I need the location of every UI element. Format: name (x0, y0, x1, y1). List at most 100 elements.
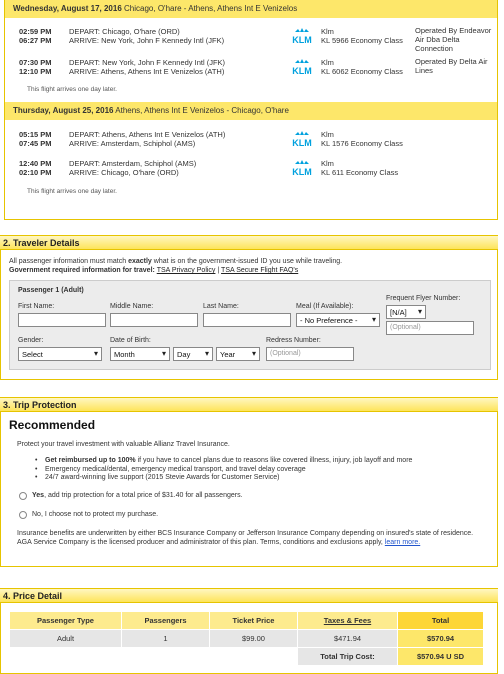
insurance-disclaimer: Insurance benefits are underwritten by e… (17, 530, 474, 546)
total-value: $570.94 U SD (397, 647, 484, 666)
depart-time: 02:59 PM (19, 27, 52, 36)
benefit-item: 24/7 award-winning live support (2015 St… (35, 474, 412, 483)
price-section: Passenger Type Passengers Ticket Price T… (0, 603, 498, 674)
benefit-item: Get reimbursed up to 100% if you have to… (35, 457, 412, 466)
arrival-note: This flight arrives one day later. (27, 188, 117, 195)
price-table: Passenger Type Passengers Ticket Price T… (9, 611, 484, 666)
booking-page: Wednesday, August 17, 2016 Chicago, O'ha… (0, 0, 504, 674)
dob-day-select[interactable]: Day (173, 347, 213, 361)
flight-summary: Wednesday, August 17, 2016 Chicago, O'ha… (4, 0, 498, 220)
col-total: Total (397, 611, 484, 630)
protection-yes-radio[interactable] (19, 492, 27, 500)
airline-name: Klm (321, 27, 334, 36)
protection-heading: Recommended (9, 418, 96, 432)
redress-input[interactable]: (Optional) (266, 347, 354, 361)
flight-segment: 02:59 PM DEPART: Chicago, O'hare (ORD) 0… (5, 24, 497, 53)
operated-by: Operated By Endeavor Air Dba Delta Conne… (415, 26, 492, 53)
svg-text:KLM: KLM (292, 138, 312, 148)
first-name-input[interactable] (18, 313, 106, 327)
outbound-heading: Wednesday, August 17, 2016 Chicago, O'ha… (5, 0, 497, 18)
depart-text: DEPART: New York, John F Kennedy Intl (J… (69, 58, 226, 67)
depart-time: 12:40 PM (19, 159, 52, 168)
klm-logo-icon: KLM (292, 59, 312, 76)
protection-intro: Protect your travel investment with valu… (17, 441, 230, 448)
arrive-time: 07:45 PM (19, 139, 52, 148)
depart-time: 07:30 PM (19, 58, 52, 67)
total-row: Total Trip Cost: $570.94 U SD (9, 647, 484, 666)
klm-logo-icon: KLM (292, 28, 312, 45)
klm-logo-icon: KLM (292, 131, 312, 148)
meal-select[interactable]: - No Preference - (296, 313, 380, 327)
traveler-section-title: 2. Traveler Details (0, 235, 498, 250)
protection-yes-label[interactable]: Yes, add trip protection for a total pri… (32, 492, 243, 499)
dob-year-select[interactable]: Year (216, 347, 260, 361)
total-label: Total Trip Cost: (297, 647, 398, 666)
col-passengers: Passengers (121, 611, 210, 630)
traveler-intro: All passenger information must match exa… (9, 258, 343, 265)
arrive-text: ARRIVE: New York, John F Kennedy Intl (J… (69, 36, 225, 45)
tsa-privacy-link[interactable]: TSA Privacy Policy (157, 267, 216, 274)
return-route: Athens, Athens Int E Venizelos - Chicago… (115, 106, 289, 115)
return-date: Thursday, August 25, 2016 (13, 106, 114, 115)
learn-more-link[interactable]: learn more. (385, 539, 420, 546)
flight-class: KL 5966 Economy Class (321, 36, 403, 45)
col-taxes-fees[interactable]: Taxes & Fees (297, 611, 398, 630)
flight-segment: 05:15 PM DEPART: Athens, Athens Int E Ve… (5, 127, 497, 151)
ffn-label: Frequent Flyer Number: (386, 295, 461, 302)
arrive-text: ARRIVE: Athens, Athens Int E Venizelos (… (69, 67, 225, 76)
protection-no-label[interactable]: No, I choose not to protect my purchase. (32, 511, 158, 518)
ffn-airline-select[interactable]: [N/A] (386, 305, 426, 319)
arrive-text: ARRIVE: Amsterdam, Schiphol (AMS) (69, 139, 196, 148)
outbound-date: Wednesday, August 17, 2016 (13, 4, 122, 13)
price-header-row: Passenger Type Passengers Ticket Price T… (9, 611, 484, 630)
depart-time: 05:15 PM (19, 130, 52, 139)
airline-name: Klm (321, 130, 334, 139)
last-name-label: Last Name: (203, 303, 239, 310)
first-name-label: First Name: (18, 303, 55, 310)
protection-benefits: Get reimbursed up to 100% if you have to… (35, 457, 412, 483)
depart-text: DEPART: Athens, Athens Int E Venizelos (… (69, 130, 226, 139)
arrival-note: This flight arrives one day later. (27, 86, 117, 93)
ffn-input[interactable]: (Optional) (386, 321, 474, 335)
dob-label: Date of Birth: (110, 337, 151, 344)
svg-text:KLM: KLM (292, 167, 312, 177)
klm-logo-icon: KLM (292, 160, 312, 177)
protection-section: Recommended Protect your travel investme… (0, 412, 498, 567)
meal-label: Meal (If Available): (296, 303, 354, 310)
gender-label: Gender: (18, 337, 44, 344)
svg-text:KLM: KLM (292, 35, 312, 45)
gender-select[interactable]: Select (18, 347, 102, 361)
middle-name-input[interactable] (110, 313, 198, 327)
arrive-time: 02:10 PM (19, 168, 52, 177)
traveler-section: All passenger information must match exa… (0, 250, 498, 380)
gov-info-line: Government required information for trav… (9, 267, 299, 274)
airline-name: Klm (321, 159, 334, 168)
tsa-faq-link[interactable]: TSA Secure Flight FAQ's (221, 267, 298, 274)
protection-no-radio[interactable] (19, 511, 27, 519)
table-row: Adult 1 $99.00 $471.94 $570.94 (9, 629, 484, 648)
col-ticket-price: Ticket Price (209, 611, 298, 630)
arrive-time: 12:10 PM (19, 67, 52, 76)
cell-total: $570.94 (397, 629, 484, 648)
svg-text:KLM: KLM (292, 66, 312, 76)
flight-segment: 07:30 PM DEPART: New York, John F Kenned… (5, 55, 497, 79)
flight-class: KL 611 Economy Class (321, 168, 399, 177)
redress-label: Redress Number: (266, 337, 321, 344)
dob-month-select[interactable]: Month (110, 347, 170, 361)
outbound-route: Chicago, O'hare - Athens, Athens Int E V… (124, 4, 298, 13)
return-heading: Thursday, August 25, 2016 Athens, Athens… (5, 102, 497, 120)
col-passenger-type: Passenger Type (9, 611, 122, 630)
gov-info-label: Government required information for trav… (9, 267, 155, 274)
passenger-form: Passenger 1 (Adult) First Name: Middle N… (9, 280, 491, 370)
cell-passengers: 1 (121, 629, 210, 648)
passenger-title: Passenger 1 (Adult) (18, 287, 84, 294)
last-name-input[interactable] (203, 313, 291, 327)
depart-text: DEPART: Amsterdam, Schiphol (AMS) (69, 159, 197, 168)
depart-text: DEPART: Chicago, O'hare (ORD) (69, 27, 180, 36)
middle-name-label: Middle Name: (110, 303, 154, 310)
protection-section-title: 3. Trip Protection (0, 397, 498, 412)
cell-passenger-type: Adult (9, 629, 122, 648)
airline-name: Klm (321, 58, 334, 67)
flight-segment: 12:40 PM DEPART: Amsterdam, Schiphol (AM… (5, 156, 497, 180)
cell-taxes-fees: $471.94 (297, 629, 398, 648)
